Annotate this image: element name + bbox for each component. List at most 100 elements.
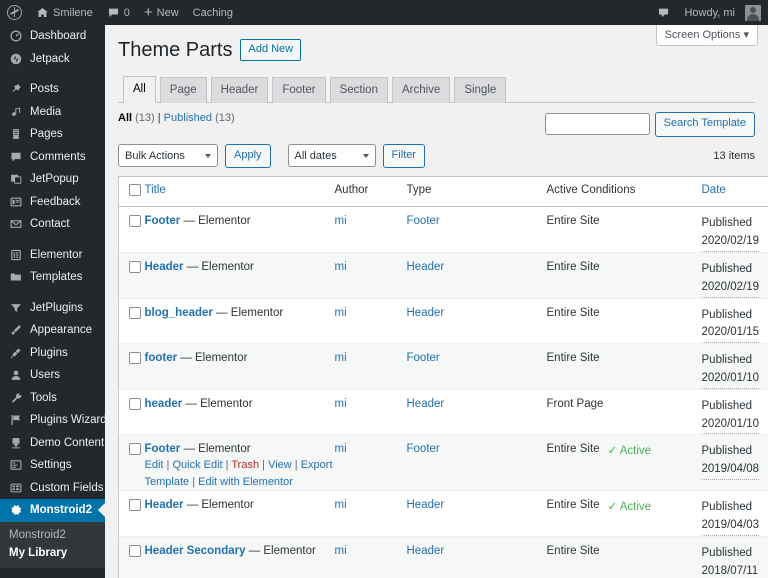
submenu-item-my-library[interactable]: My Library — [0, 544, 105, 562]
row-action-edit[interactable]: Edit — [145, 459, 164, 471]
table-row[interactable]: Header Secondary — Elementor mi Header Enti… — [118, 536, 768, 578]
column-header-date-link[interactable]: Date — [702, 184, 726, 196]
row-author-link[interactable]: mi — [335, 307, 347, 319]
select-all-header[interactable] — [118, 176, 145, 208]
row-checkbox[interactable] — [129, 397, 141, 410]
row-select-cell[interactable] — [118, 206, 145, 253]
row-action-quick-edit[interactable]: Quick Edit — [172, 459, 222, 471]
table-row[interactable]: Footer — Elementor Edit | Quick Edit | Tr… — [118, 434, 768, 491]
comments-menu[interactable]: 0 — [100, 0, 137, 25]
tab-footer[interactable]: Footer — [272, 77, 326, 104]
sidebar-item-tools[interactable]: Tools — [0, 387, 105, 410]
new-content-menu[interactable]: + New — [137, 0, 186, 25]
row-author-link[interactable]: mi — [335, 398, 347, 410]
apply-button[interactable]: Apply — [225, 143, 271, 169]
sidebar-item-users[interactable]: Users — [0, 364, 105, 387]
row-select-cell[interactable] — [118, 388, 145, 435]
row-checkbox[interactable] — [129, 499, 141, 512]
site-name-menu[interactable]: Smilene — [29, 0, 100, 25]
tab-header[interactable]: Header — [210, 77, 269, 104]
screen-options-toggle[interactable]: Screen Options ▾ — [655, 25, 758, 46]
row-type-link[interactable]: Header — [407, 261, 445, 273]
sidebar-item-templates[interactable]: Templates — [0, 266, 105, 289]
column-header-date[interactable]: Date — [701, 176, 768, 208]
row-author-link[interactable]: mi — [335, 545, 347, 557]
submenu-item-monstroid2[interactable]: Monstroid2 — [0, 526, 105, 544]
search-input[interactable] — [544, 113, 650, 136]
column-header-title-link[interactable]: Title — [145, 184, 166, 196]
sidebar-item-plugins[interactable]: Plugins — [0, 342, 105, 365]
sidebar-item-comments[interactable]: Comments — [0, 146, 105, 169]
row-action-edit-with-elementor[interactable]: Edit with Elementor — [198, 476, 293, 488]
row-author-link[interactable]: mi — [335, 499, 347, 511]
row-select-cell[interactable] — [118, 343, 145, 390]
row-type-link[interactable]: Footer — [407, 443, 440, 455]
table-row[interactable]: Header — Elementor mi Header Entire Site Pub… — [118, 251, 768, 299]
select-all-checkbox[interactable] — [129, 184, 141, 197]
row-select-cell[interactable] — [118, 434, 145, 491]
table-row[interactable]: blog_header — Elementor mi Header Entire Si… — [118, 297, 768, 344]
row-checkbox[interactable] — [129, 215, 141, 228]
row-title-link[interactable]: Header — [145, 499, 184, 511]
row-title-link[interactable]: Header — [145, 261, 184, 273]
row-author-link[interactable]: mi — [335, 443, 347, 455]
row-action-view[interactable]: View — [268, 459, 292, 471]
add-new-button[interactable]: Add New — [240, 38, 302, 62]
date-filter-select[interactable]: All dates — [287, 144, 376, 168]
tab-all[interactable]: All — [123, 76, 156, 104]
sidebar-item-settings[interactable]: Settings — [0, 454, 105, 477]
filter-button[interactable]: Filter — [382, 143, 425, 169]
status-link-all[interactable]: All — [118, 112, 132, 124]
sidebar-item-jetpack[interactable]: Jetpack — [0, 48, 105, 71]
sidebar-item-appearance[interactable]: Appearance — [0, 319, 105, 342]
status-link-published[interactable]: Published — [164, 112, 212, 124]
row-title-link[interactable]: Footer — [145, 443, 181, 455]
row-action-trash[interactable]: Trash — [231, 459, 259, 471]
search-template-button[interactable]: Search Template — [654, 112, 755, 137]
bulk-actions-select[interactable]: Bulk Actions — [118, 144, 218, 168]
tab-page[interactable]: Page — [159, 77, 207, 104]
row-select-cell[interactable] — [118, 251, 145, 299]
column-header-title[interactable]: Title — [144, 176, 335, 208]
sidebar-item-jetpopup[interactable]: JetPopup — [0, 168, 105, 191]
row-title-link[interactable]: blog_header — [145, 307, 213, 319]
sidebar-item-elementor[interactable]: Elementor — [0, 244, 105, 267]
sidebar-item-custom-fields[interactable]: Custom Fields — [0, 477, 105, 500]
caching-menu[interactable]: Caching — [186, 0, 240, 25]
sidebar-item-pages[interactable]: Pages — [0, 123, 105, 146]
row-type-link[interactable]: Header — [407, 499, 445, 511]
table-row[interactable]: footer — Elementor mi Footer Entire Site Pub… — [118, 343, 768, 390]
row-type-link[interactable]: Header — [407, 545, 445, 557]
wp-logo-menu[interactable] — [0, 0, 29, 25]
my-account-menu[interactable]: Howdy, mi — [677, 0, 768, 25]
sidebar-item-monstroid2[interactable]: Monstroid2 — [0, 499, 105, 522]
sidebar-item-plugins-wizard[interactable]: Plugins Wizard — [0, 409, 107, 432]
row-checkbox[interactable] — [129, 352, 141, 365]
sidebar-item-media[interactable]: Media — [0, 101, 105, 124]
row-title-link[interactable]: Footer — [145, 215, 181, 227]
row-type-link[interactable]: Footer — [407, 352, 440, 364]
row-select-cell[interactable] — [118, 297, 145, 344]
tab-archive[interactable]: Archive — [391, 77, 451, 104]
row-type-link[interactable]: Header — [407, 398, 445, 410]
row-checkbox[interactable] — [129, 545, 141, 558]
row-select-cell[interactable] — [118, 536, 145, 578]
sidebar-item-posts[interactable]: Posts — [0, 78, 105, 101]
row-checkbox[interactable] — [129, 443, 141, 456]
row-title-link[interactable]: footer — [145, 352, 178, 364]
sidebar-item-feedback[interactable]: Feedback — [0, 191, 105, 214]
row-checkbox[interactable] — [129, 306, 141, 319]
sidebar-item-dashboard[interactable]: Dashboard — [0, 25, 105, 48]
row-author-link[interactable]: mi — [335, 261, 347, 273]
row-checkbox[interactable] — [129, 260, 141, 273]
row-author-link[interactable]: mi — [335, 352, 347, 364]
row-title-link[interactable]: header — [145, 398, 183, 410]
sidebar-item-demo-content[interactable]: Demo Content — [0, 432, 105, 455]
row-title-link[interactable]: Header Secondary — [145, 545, 246, 557]
table-row[interactable]: Header — Elementor mi Header Entire Site ✓ A… — [118, 490, 768, 537]
row-author-link[interactable]: mi — [335, 215, 347, 227]
sidebar-item-contact[interactable]: Contact — [0, 213, 105, 236]
table-row[interactable]: header — Elementor mi Header Front Page Publ… — [118, 388, 768, 435]
tab-single[interactable]: Single — [454, 77, 507, 104]
row-type-link[interactable]: Header — [407, 307, 445, 319]
